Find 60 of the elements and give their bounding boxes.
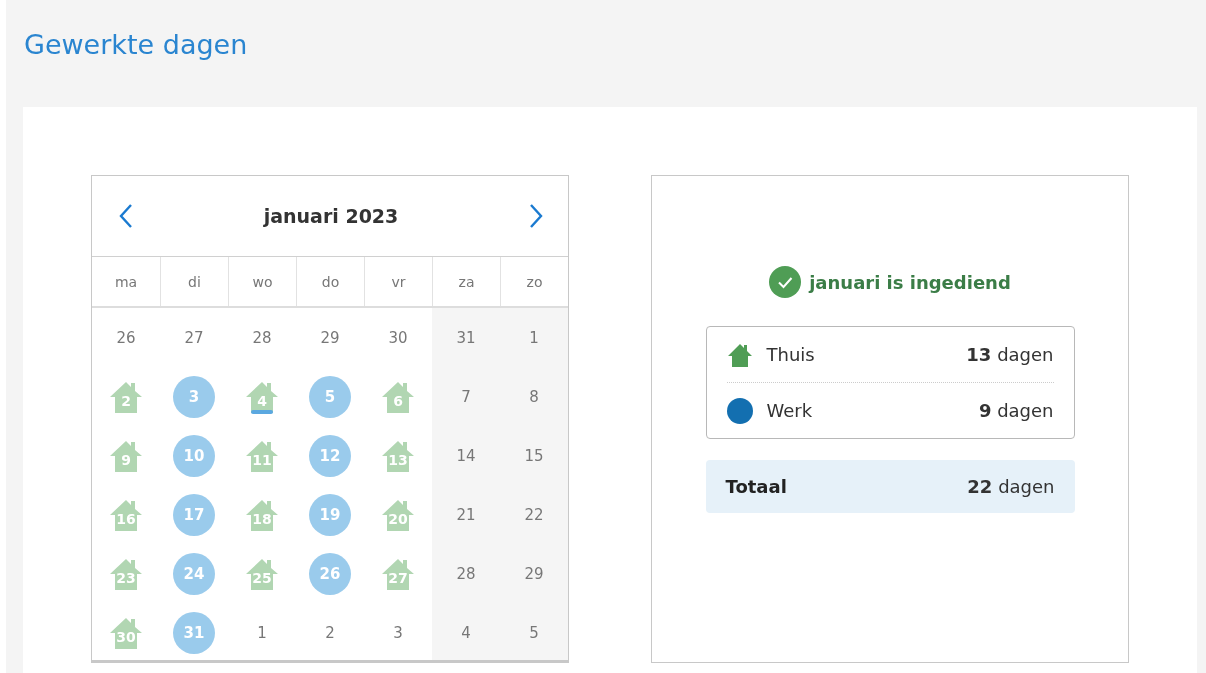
page-title: Gewerkte dagen	[23, 28, 249, 62]
day-number[interactable]: 5	[529, 623, 539, 642]
day-number[interactable]: 29	[320, 328, 340, 347]
day-home-marker[interactable]: 23	[109, 556, 143, 591]
day-home-marker[interactable]: 13	[381, 438, 415, 473]
day-number[interactable]: 28	[456, 564, 476, 583]
day-work-marker[interactable]: 3	[173, 375, 215, 418]
day-work-marker[interactable]: 26	[309, 552, 351, 595]
day-number[interactable]: 4	[461, 623, 471, 642]
chevron-left-icon	[118, 203, 134, 229]
status-message: januari is ingediend	[809, 271, 1011, 293]
legend-label: Werk	[766, 400, 813, 421]
chevron-right-icon	[528, 203, 544, 229]
weekday-header: wo	[228, 257, 296, 306]
day-home-marker[interactable]: 9	[109, 438, 143, 473]
day-number[interactable]: 2	[325, 623, 335, 642]
day-number[interactable]: 29	[524, 564, 544, 583]
day-number[interactable]: 28	[252, 328, 272, 347]
day-count: 9 dagen	[978, 400, 1054, 421]
day-number[interactable]: 26	[116, 328, 136, 347]
day-home-marker[interactable]: 27	[381, 556, 415, 591]
weekday-header: zo	[500, 257, 568, 306]
weekday-header: za	[432, 257, 500, 306]
day-number[interactable]: 8	[529, 387, 539, 406]
day-home-marker[interactable]: 20	[381, 497, 415, 532]
day-work-marker[interactable]: 19	[309, 493, 351, 536]
day-work-marker[interactable]: 5	[309, 375, 351, 418]
legend-label: Thuis	[766, 344, 815, 365]
day-number[interactable]: 21	[456, 505, 476, 524]
day-home-marker[interactable]: 2	[109, 379, 143, 414]
check-circle-icon	[769, 266, 802, 298]
day-work-marker[interactable]: 24	[173, 552, 215, 595]
day-number[interactable]: 15	[524, 446, 544, 465]
total-count: 22 dagen	[967, 476, 1055, 497]
day-number[interactable]: 1	[257, 623, 267, 642]
day-home-marker[interactable]: 18	[245, 497, 279, 532]
day-number[interactable]: 3	[393, 623, 403, 642]
day-work-marker[interactable]: 10	[173, 434, 215, 477]
day-count: 13 dagen	[966, 344, 1054, 365]
day-home-marker[interactable]: 11	[245, 438, 279, 473]
day-number[interactable]: 7	[461, 387, 471, 406]
weekday-header: ma	[113, 272, 139, 292]
day-number[interactable]: 1	[529, 328, 539, 347]
day-work-marker[interactable]: 31	[173, 611, 215, 654]
weekday-header: di	[160, 257, 228, 306]
day-home-marker[interactable]: 6	[381, 379, 415, 414]
day-number[interactable]: 27	[184, 328, 204, 347]
day-work-marker[interactable]: 17	[173, 493, 215, 536]
day-number[interactable]: 31	[456, 328, 476, 347]
day-number[interactable]: 30	[388, 328, 408, 347]
day-home-marker[interactable]: 30	[109, 615, 143, 650]
total-label: Totaal	[725, 476, 787, 497]
weekday-header: vr	[364, 257, 432, 306]
month-title: januari 2023	[263, 205, 399, 227]
day-work-marker[interactable]: 12	[309, 434, 351, 477]
day-number[interactable]: 14	[456, 446, 476, 465]
weekday-header: do	[296, 257, 364, 306]
day-home-marker[interactable]: 16	[109, 497, 143, 532]
day-number[interactable]: 22	[524, 505, 544, 524]
day-home-marker[interactable]: 25	[245, 556, 279, 591]
